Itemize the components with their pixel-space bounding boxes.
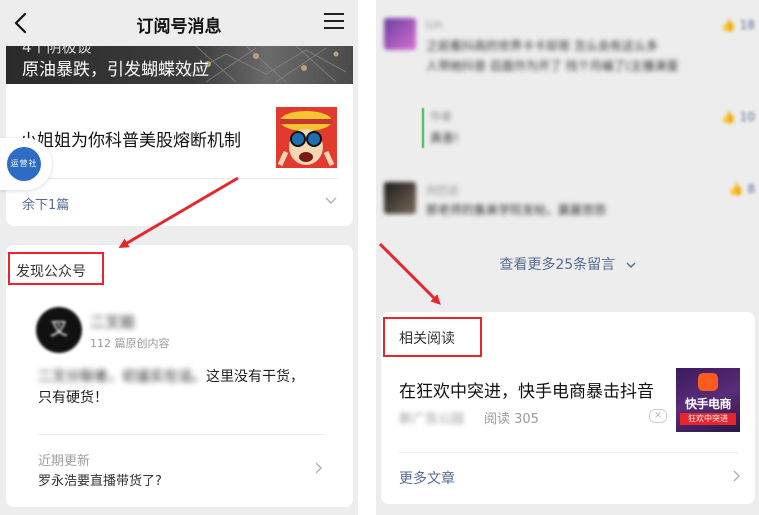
chevron-down-icon[interactable] (325, 196, 337, 206)
like-count-value: 18 (739, 18, 755, 32)
article-comments-screen: Lin 之前看抖高的世界卡卡却哥 怎么会有这么多 人带她抖音 后面作为开了 找个… (376, 0, 759, 515)
related-article-reads: 阅读 305 (484, 412, 539, 427)
related-article-thumbnail[interactable]: 快手电商 狂欢中突进 (676, 368, 740, 432)
recent-update-label: 近期更新 (38, 454, 91, 469)
reply-indicator-bar (422, 108, 424, 148)
dismiss-icon[interactable]: ✕ (649, 409, 667, 423)
commenter-avatar[interactable] (384, 182, 416, 214)
comment-text-line-1: 之前看抖高的世界卡卡却哥 怎么会有这么多 (426, 39, 658, 53)
page-title: 订阅号消息 (136, 17, 222, 37)
card-divider (399, 452, 739, 453)
sub-article-thumbnail (276, 107, 337, 168)
view-more-comments-link[interactable]: 查看更多25条留言 (376, 254, 759, 274)
reply-text: 真香! (430, 131, 459, 145)
subscription-messages-screen: 订阅号消息 4个阴极谈 原油暴跌，引发蝴蝶效应 小姐姐为你科普美股熔断机制 余下… (0, 0, 358, 515)
related-article-title[interactable]: 在狂欢中突进，快手电商暴击抖音 (399, 377, 654, 402)
thumbnail-subtitle: 狂欢中突进 (680, 413, 736, 425)
more-articles-link[interactable]: 更多文章 (399, 468, 455, 488)
cartoon-character-image (276, 107, 337, 168)
discover-account-card: 发现公众号 叉 二叉姐 112 篇原创内容 二叉分裂者，初遥实在话。这里没有干货… (6, 245, 353, 507)
article-group-card: 4个阴极谈 原油暴跌，引发蝴蝶效应 小姐姐为你科普美股熔断机制 余下1篇 (6, 46, 353, 226)
comment-text-line-2: 人带她抖音 后面作为开了 找个月编了(主播演蛋 (426, 59, 679, 73)
account-logo-badge: 运营社 (7, 147, 41, 181)
comment-item: Lin 之前看抖高的世界卡卡却哥 怎么会有这么多 人带她抖音 后面作为开了 找个… (376, 12, 759, 82)
account-divider (38, 434, 325, 435)
like-count-value: 8 (747, 182, 755, 196)
related-reading-label: 相关阅读 (399, 331, 455, 347)
account-article-count: 112 篇原创内容 (90, 337, 170, 350)
chevron-down-icon (626, 262, 636, 268)
card-divider (20, 178, 339, 179)
description-blurred-part: 二叉分裂者，初遥实在话。 (38, 369, 206, 385)
chevron-right-icon[interactable] (733, 470, 741, 482)
author-reply-item: 作者 真香! 👍 10 (376, 104, 759, 154)
like-count-value: 10 (739, 110, 755, 124)
account-name[interactable]: 二叉姐 (90, 311, 135, 332)
discover-section-label: 发现公众号 (16, 264, 86, 280)
like-count[interactable]: 👍 8 (729, 182, 755, 196)
account-avatar[interactable]: 叉 (36, 307, 82, 353)
recent-update-title[interactable]: 罗永浩要直播带货了? (38, 470, 162, 489)
related-article-source: 新广告公园 (399, 412, 465, 427)
comment-item: 刘巴达 那老师的集美学院发帖，赢赢悠悠 👍 8 (376, 178, 759, 228)
sub-article-item[interactable]: 小姐姐为你科普美股熔断机制 (6, 102, 353, 172)
thumbnail-title: 快手电商 (684, 397, 732, 411)
lead-article-banner[interactable]: 4个阴极谈 原油暴跌，引发蝴蝶效应 (6, 46, 353, 84)
screenshot-stage: 订阅号消息 4个阴极谈 原油暴跌，引发蝴蝶效应 小姐姐为你科普美股熔断机制 余下… (0, 0, 759, 515)
kuaishou-logo-icon (698, 373, 718, 391)
floating-account-badge[interactable]: 运营社 (0, 138, 52, 190)
remaining-articles-link[interactable]: 余下1篇 (22, 194, 69, 213)
commenter-avatar[interactable] (384, 18, 416, 50)
comment-text: 那老师的集美学院发帖，赢赢悠悠 (426, 203, 607, 217)
banner-headline: 原油暴跌，引发蝴蝶效应 (22, 60, 209, 80)
view-more-comments-label: 查看更多25条留言 (499, 257, 616, 273)
like-count[interactable]: 👍 10 (721, 110, 755, 124)
top-navigation-bar: 订阅号消息 (0, 0, 358, 46)
like-count[interactable]: 👍 18 (721, 18, 755, 32)
description-line-1: 这里没有干货， (206, 369, 304, 385)
related-reading-card: 相关阅读 在狂欢中突进，快手电商暴击抖音 新广告公园 阅读 305 ✕ 快手电商… (381, 312, 755, 504)
reply-author-name: 作者 (430, 110, 452, 123)
commenter-name: 刘巴达 (426, 184, 459, 197)
chevron-right-icon[interactable] (315, 462, 323, 474)
description-line-2: 只有硬货！ (38, 390, 108, 406)
sub-article-title: 小姐姐为你科普美股熔断机制 (20, 131, 241, 151)
banner-pattern-graphic (186, 46, 347, 83)
hamburger-menu-icon[interactable] (324, 13, 344, 31)
account-description: 二叉分裂者，初遥实在话。这里没有干货， 只有硬货！ (38, 367, 328, 409)
commenter-name: Lin (426, 18, 443, 31)
comment-text: 之前看抖高的世界卡卡却哥 怎么会有这么多 人带她抖音 后面作为开了 找个月编了(… (426, 36, 678, 76)
